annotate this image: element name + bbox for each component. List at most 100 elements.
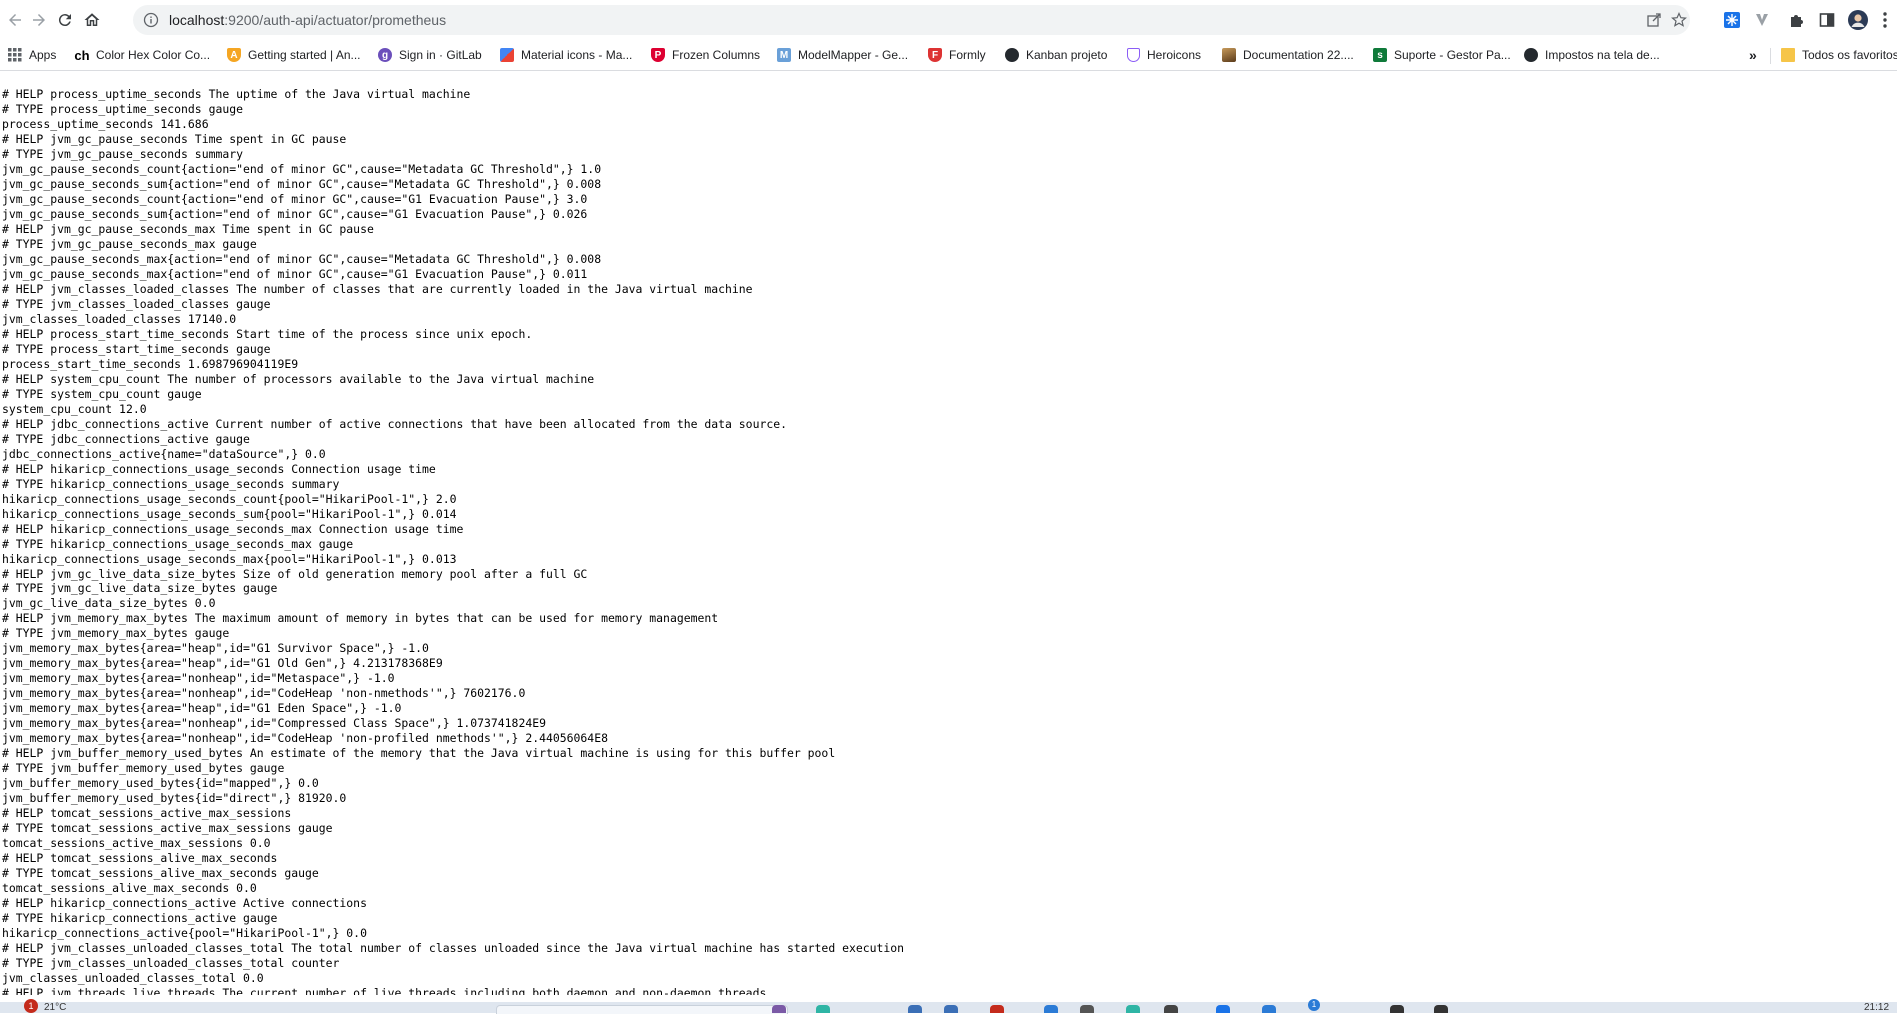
metric-value-line: jvm_memory_max_bytes{area="heap",id="G1 …: [2, 656, 443, 671]
bookmark-label: Suporte - Gestor Pa...: [1394, 48, 1511, 62]
bookmark-formly[interactable]: F Formly: [928, 45, 986, 65]
taskbar-app-icon[interactable]: [908, 1005, 922, 1013]
bookmarks-overflow-button[interactable]: »: [1749, 45, 1757, 65]
heroicons-shield-icon: [1127, 48, 1140, 62]
taskbar-app-icon[interactable]: [1434, 1005, 1448, 1013]
bookmark-frozen-columns[interactable]: P Frozen Columns: [651, 45, 760, 65]
bookmark-label: Material icons - Ma...: [521, 48, 633, 62]
taskbar-app-icon[interactable]: [1390, 1005, 1404, 1013]
side-panel-icon: [1819, 13, 1835, 27]
bookmark-label: Todos os favoritos: [1802, 48, 1897, 62]
metric-comment-line: # HELP jvm_gc_pause_seconds_max Time spe…: [2, 221, 374, 236]
metric-comment-line: # HELP jvm_gc_pause_seconds Time spent i…: [2, 131, 347, 146]
taskbar-app-icon[interactable]: [1164, 1005, 1178, 1013]
share-icon[interactable]: [1646, 12, 1662, 28]
extensions-button[interactable]: [1786, 10, 1806, 30]
taskbar-app-icon[interactable]: [1044, 1005, 1058, 1013]
material-icon: [500, 48, 514, 62]
prometheus-metrics-page: # HELP process_uptime_seconds The uptime…: [0, 87, 1897, 995]
metric-comment-line: # HELP process_start_time_seconds Start …: [2, 326, 533, 341]
metric-value-line: hikaricp_connections_usage_seconds_sum{p…: [2, 506, 457, 521]
metric-value-line: jvm_memory_max_bytes{area="nonheap",id="…: [2, 716, 546, 731]
arrow-right-icon: [33, 14, 45, 26]
bookmark-heroicons[interactable]: Heroicons: [1127, 45, 1201, 65]
info-icon[interactable]: [143, 12, 159, 28]
colorhex-icon: ch: [74, 47, 90, 63]
metric-comment-line: # HELP hikaricp_connections_active Activ…: [2, 896, 367, 911]
gitlab-icon: g: [378, 48, 392, 62]
bookmark-material-icons[interactable]: Material icons - Ma...: [500, 45, 632, 65]
metric-comment-line: # TYPE system_cpu_count gauge: [2, 386, 202, 401]
metric-comment-line: # TYPE hikaricp_connections_active gauge: [2, 911, 278, 926]
metric-value-line: jvm_gc_pause_seconds_sum{action="end of …: [2, 176, 602, 191]
bookmark-impostos[interactable]: Impostos na tela de...: [1524, 45, 1660, 65]
metric-comment-line: # HELP jvm_buffer_memory_used_bytes An e…: [2, 746, 836, 761]
metric-comment-line: # TYPE jvm_classes_unloaded_classes_tota…: [2, 956, 340, 971]
forward-button[interactable]: [27, 8, 51, 32]
metric-comment-line: # TYPE jvm_gc_pause_seconds summary: [2, 146, 244, 161]
taskbar-app-icon[interactable]: [816, 1005, 830, 1013]
home-button[interactable]: [80, 8, 104, 32]
bookmark-label: Kanban projeto: [1026, 48, 1108, 62]
bookmark-suporte[interactable]: s Suporte - Gestor Pa...: [1373, 45, 1511, 65]
metric-comment-line: # HELP jvm_gc_live_data_size_bytes Size …: [2, 566, 588, 581]
weather-temp[interactable]: 21°C: [44, 1002, 66, 1013]
metric-comment-line: # TYPE jvm_memory_max_bytes gauge: [2, 626, 230, 641]
metric-value-line: jvm_gc_pause_seconds_max{action="end of …: [2, 266, 588, 281]
taskbar-app-icon[interactable]: [1262, 1005, 1276, 1013]
taskbar-app-icon[interactable]: [772, 1005, 786, 1013]
overflow-label: »: [1749, 47, 1757, 63]
extension-v-icon: [1756, 14, 1768, 26]
bookmark-colorhex[interactable]: ch Color Hex Color Co...: [74, 45, 211, 65]
angular-shield-icon: A: [227, 48, 241, 62]
bookmark-label: Documentation 22....: [1243, 48, 1354, 62]
taskbar-app-icon[interactable]: [1126, 1005, 1140, 1013]
bookmark-documentation[interactable]: Documentation 22....: [1222, 45, 1354, 65]
taskbar-app-icon[interactable]: [990, 1005, 1004, 1013]
profile-button[interactable]: [1848, 10, 1868, 30]
arrow-left-icon: [9, 14, 21, 26]
bookmark-label: Color Hex Color Co...: [96, 48, 211, 62]
bookmark-label: ModelMapper - Ge...: [798, 48, 909, 62]
clock[interactable]: 21:12: [1864, 1002, 1889, 1013]
metric-comment-line: # HELP jvm_threads_live_threads The curr…: [2, 986, 767, 995]
back-button[interactable]: [3, 8, 27, 32]
suporte-icon: s: [1373, 48, 1387, 62]
metric-comment-line: # TYPE jdbc_connections_active gauge: [2, 431, 250, 446]
metric-comment-line: # HELP jvm_memory_max_bytes The maximum …: [2, 611, 719, 626]
bookmark-angular[interactable]: A Getting started | An...: [227, 45, 361, 65]
notification-badge: 1: [1308, 999, 1320, 1011]
github-icon: [1524, 48, 1538, 62]
bookmark-label: Getting started | An...: [248, 48, 361, 62]
bookmark-kanban[interactable]: Kanban projeto: [1005, 45, 1107, 65]
bookmark-all-folder[interactable]: Todos os favoritos: [1781, 45, 1897, 65]
taskbar: 1 21°C 1 21:12: [0, 999, 1897, 1014]
browser-toolbar: localhost:9200/auth-api/actuator/prometh…: [0, 0, 1897, 40]
reload-icon: [58, 14, 71, 27]
bookmark-modelmapper[interactable]: M ModelMapper - Ge...: [777, 45, 908, 65]
taskbar-app-icon[interactable]: [944, 1005, 958, 1013]
bookmark-apps[interactable]: Apps: [8, 45, 56, 65]
extension-1-button[interactable]: [1722, 10, 1742, 30]
metric-comment-line: # TYPE jvm_classes_loaded_classes gauge: [2, 296, 271, 311]
metric-comment-line: # HELP hikaricp_connections_usage_second…: [2, 521, 464, 536]
bookmark-gitlab[interactable]: g Sign in · GitLab: [378, 45, 482, 65]
metrics-text: # HELP process_uptime_seconds The uptime…: [2, 87, 1897, 995]
avatar-icon: [1848, 10, 1868, 30]
extension-2-button[interactable]: [1752, 10, 1772, 30]
bookmark-label: Impostos na tela de...: [1545, 48, 1660, 62]
menu-button[interactable]: [1878, 10, 1892, 30]
bookmark-label: Frozen Columns: [672, 48, 761, 62]
metric-comment-line: # HELP jvm_classes_unloaded_classes_tota…: [2, 941, 905, 956]
taskbar-app-icon[interactable]: [1216, 1005, 1230, 1013]
taskbar-app-icon[interactable]: [1080, 1005, 1094, 1013]
metric-comment-line: # TYPE hikaricp_connections_usage_second…: [2, 476, 340, 491]
url-text[interactable]: localhost:9200/auth-api/actuator/prometh…: [169, 11, 446, 29]
reload-button[interactable]: [53, 8, 77, 32]
metric-comment-line: # HELP hikaricp_connections_usage_second…: [2, 461, 436, 476]
side-panel-button[interactable]: [1817, 10, 1837, 30]
bookmark-star-icon[interactable]: [1671, 12, 1687, 28]
bookmark-label: Heroicons: [1147, 48, 1202, 62]
address-bar[interactable]: localhost:9200/auth-api/actuator/prometh…: [133, 5, 1690, 35]
metric-value-line: process_start_time_seconds 1.69879690411…: [2, 356, 299, 371]
